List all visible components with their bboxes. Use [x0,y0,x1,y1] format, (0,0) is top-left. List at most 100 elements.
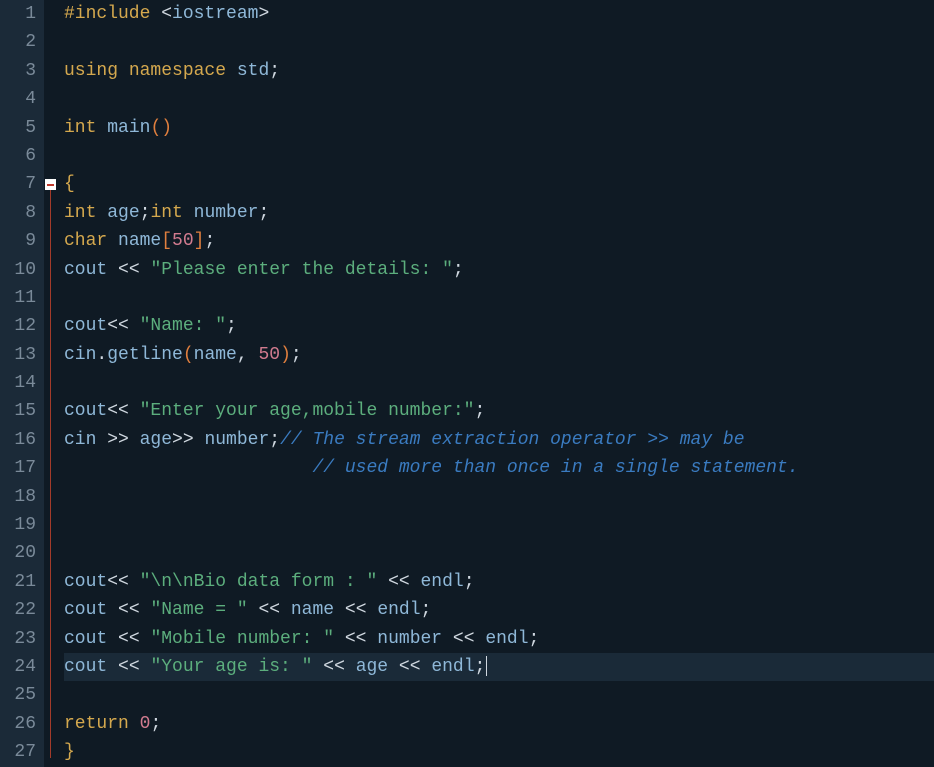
code-line[interactable] [64,28,934,56]
line-number: 12 [0,312,36,340]
token-str: "Name = " [150,600,247,620]
token-punc: . [96,345,107,365]
code-editor-area[interactable]: #include <iostream> using namespace std;… [58,0,934,767]
code-line[interactable] [64,85,934,113]
token-op: << [388,657,431,677]
code-line[interactable]: cout<< "\n\nBio data form : " << endl; [64,568,934,596]
code-line[interactable]: cout<< "Name: "; [64,312,934,340]
code-line[interactable] [64,681,934,709]
token-kw: cout [64,600,107,620]
token-punc: ; [453,260,464,280]
line-number: 24 [0,653,36,681]
token-punc: > [258,4,269,24]
token-pre: int [64,118,107,138]
code-line[interactable] [64,511,934,539]
line-number: 16 [0,426,36,454]
token-op: << [107,600,150,620]
code-line[interactable]: cout << "Mobile number: " << number << e… [64,625,934,653]
token-kw: cout [64,260,107,280]
code-line[interactable]: cout << "Please enter the details: "; [64,256,934,284]
line-number: 21 [0,568,36,596]
line-number: 19 [0,511,36,539]
token-brkt: ) [280,345,291,365]
token-kw: std [237,61,269,81]
token-kw: age [356,657,388,677]
token-pre: return [64,714,140,734]
code-line[interactable]: cout << "Your age is: " << age << endl; [64,653,934,681]
code-line[interactable]: #include <iostream> [64,0,934,28]
token-pre: char [64,231,118,251]
code-line[interactable]: } [64,738,934,766]
code-line[interactable] [64,369,934,397]
token-punc: ; [269,61,280,81]
code-line[interactable]: cin >> age>> number;// The stream extrac… [64,426,934,454]
token-str: "Please enter the details: " [150,260,452,280]
token-brkt: () [150,118,172,138]
line-number: 7 [0,170,36,198]
token-punc: ; [474,401,485,421]
token-pre: namespace [129,61,237,81]
code-line[interactable]: { [64,170,934,198]
token-punc: ; [204,231,215,251]
code-line[interactable] [64,284,934,312]
token-kw: name [291,600,334,620]
fold-guide-line [50,190,51,758]
token-cmt: // used more than once in a single state… [312,458,798,478]
line-number: 1 [0,0,36,28]
token-brkt: ( [183,345,194,365]
line-number: 25 [0,681,36,709]
token-str: "Name: " [140,316,226,336]
line-number: 18 [0,483,36,511]
code-line[interactable]: char name[50]; [64,227,934,255]
line-number: 9 [0,227,36,255]
token-op: << [377,572,420,592]
code-line[interactable]: cin.getline(name, 50); [64,341,934,369]
token-kw: cout [64,629,107,649]
token-kw: number [204,430,269,450]
line-number: 26 [0,710,36,738]
line-number: 2 [0,28,36,56]
token-punc: ; [291,345,302,365]
token-kw: endl [420,572,463,592]
token-str: "Enter your age,mobile number:" [140,401,475,421]
line-number: 6 [0,142,36,170]
code-line[interactable]: return 0; [64,710,934,738]
token-str: "Mobile number: " [150,629,334,649]
token-kw: cout [64,401,107,421]
token-num: 50 [258,345,280,365]
code-line[interactable] [64,483,934,511]
token-op: << [107,316,139,336]
code-line[interactable]: cout << "Name = " << name << endl; [64,596,934,624]
token-kw: cout [64,316,107,336]
token-op: << [107,572,139,592]
token-op: << [107,401,139,421]
code-line[interactable]: // used more than once in a single state… [64,454,934,482]
token-str: "Your age is: " [150,657,312,677]
token-kw: endl [485,629,528,649]
code-line[interactable]: int main() [64,114,934,142]
token-op: >> [172,430,204,450]
line-number: 8 [0,199,36,227]
token-kw: getline [107,345,183,365]
line-number: 17 [0,454,36,482]
token-str: "\n\nBio data form : " [140,572,378,592]
token-kw: iostream [172,4,258,24]
line-number: 20 [0,539,36,567]
token-punc: , [237,345,259,365]
token-punc: ; [529,629,540,649]
code-line[interactable]: cout<< "Enter your age,mobile number:"; [64,397,934,425]
line-number: 15 [0,397,36,425]
line-number: 3 [0,57,36,85]
token-punc: ; [421,600,432,620]
fold-toggle-icon[interactable] [45,179,56,190]
token-cmt: // The stream extraction operator >> may… [280,430,744,450]
code-line[interactable]: int age;int number; [64,199,934,227]
token-op: << [334,600,377,620]
code-line[interactable] [64,539,934,567]
token-punc: ; [150,714,161,734]
code-line[interactable]: using namespace std; [64,57,934,85]
token-op: << [248,600,291,620]
token-punc [64,458,312,478]
code-line[interactable] [64,142,934,170]
token-punc: ; [140,203,151,223]
